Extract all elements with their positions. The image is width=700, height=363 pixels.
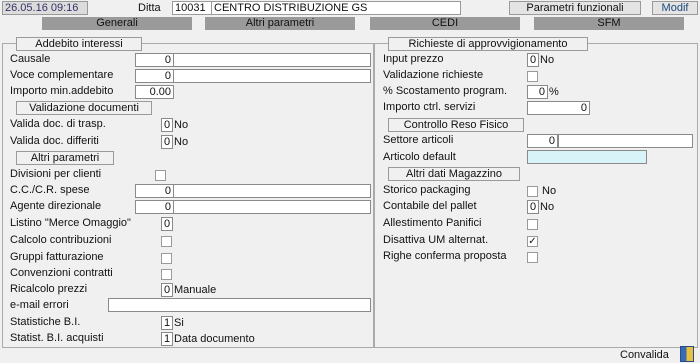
listino-merce-omaggio-label: Listino "Merce Omaggio" [10,217,131,229]
settore-articoli-label: Settore articoli [383,134,454,146]
valida-doc-trasp-label: Valida doc. di trasp. [10,118,106,130]
articolo-default-input[interactable] [527,150,647,164]
statistiche-bi-text: Si [174,317,184,329]
settore-articoli-code-input[interactable]: 0 [527,134,558,148]
valida-doc-trasp-input[interactable]: 0 [161,118,173,132]
causale-code-input[interactable]: 0 [135,53,174,67]
convalida-icon[interactable] [680,346,694,362]
disattiva-um-alternat-checkbox[interactable]: ✓ [527,236,538,247]
causale-desc-input[interactable] [173,53,371,67]
contabile-pallet-input[interactable]: 0 [527,200,539,214]
ricalcolo-prezzi-input[interactable]: 0 [161,283,173,297]
scostamento-percent-unit: % [549,86,559,98]
valida-doc-differiti-input[interactable]: 0 [161,135,173,149]
scostamento-program-label: % Scostamento program. [383,85,508,97]
gruppi-fatturazione-label: Gruppi fatturazione [10,251,104,263]
importo-min-addebito-label: Importo min.addebito [10,85,114,97]
convenzioni-contratti-label: Convenzioni contratti [10,267,113,279]
addebito-interessi-header: Addebito interessi [16,37,142,51]
valida-doc-trasp-text: No [174,119,189,131]
tab-sfm[interactable]: SFM [534,17,684,30]
allestimento-panifici-checkbox[interactable] [527,219,538,230]
input-prezzo-text: No [540,54,555,66]
email-errori-label: e-mail errori [10,299,69,311]
ditta-code-field[interactable]: 10031 [172,1,212,15]
righe-conferma-proposta-checkbox[interactable] [527,252,538,263]
divisioni-per-clienti-label: Divisioni per clienti [10,168,102,180]
modif-button[interactable]: Modif [652,1,698,15]
statistiche-bi-label: Statistiche B.I. [10,316,81,328]
voce-complementare-code-input[interactable]: 0 [135,69,174,83]
importo-ctrl-servizi-input[interactable]: 0 [527,101,590,115]
divisioni-per-clienti-checkbox[interactable] [155,170,166,181]
agente-direzionale-label: Agente direzionale [10,200,102,212]
allestimento-panifici-label: Allestimento Panifici [383,217,482,229]
importo-ctrl-servizi-label: Importo ctrl. servizi [383,101,476,113]
validazione-documenti-header: Validazione documenti [16,101,152,115]
input-prezzo-label: Input prezzo [383,53,444,65]
settore-articoli-desc-input[interactable] [558,134,693,148]
convalida-label: Convalida [620,349,669,361]
tab-cedi[interactable]: CEDI [370,17,520,30]
datetime-field: 26.05.16 09:16 [2,1,88,15]
cc-cr-spese-code-input[interactable]: 0 [135,184,174,198]
calcolo-contribuzioni-label: Calcolo contribuzioni [10,234,112,246]
ditta-label: Ditta [138,2,161,14]
validazione-richieste-label: Validazione richieste [383,69,484,81]
ditta-name-field: CENTRO DISTRIBUZIONE GS [211,1,461,15]
controllo-reso-fisico-header: Controllo Reso Fisico [388,118,524,132]
cc-cr-spese-desc-input[interactable] [173,184,371,198]
validazione-richieste-checkbox[interactable] [527,71,538,82]
statistiche-bi-input[interactable]: 1 [161,316,173,330]
voce-complementare-desc-input[interactable] [173,69,371,83]
tab-generali[interactable]: Generali [42,17,192,30]
cc-cr-spese-label: C.C./C.R. spese [10,184,90,196]
email-errori-input[interactable] [108,298,371,312]
statist-bi-acquisti-input[interactable]: 1 [161,332,173,346]
valida-doc-differiti-text: No [174,136,189,148]
storico-packaging-checkbox[interactable] [527,186,538,197]
statist-bi-acquisti-text: Data documento [174,333,255,345]
statist-bi-acquisti-label: Statist. B.I. acquisti [10,332,104,344]
storico-packaging-label: Storico packaging [383,184,471,196]
importo-min-addebito-input[interactable]: 0.00 [135,85,174,99]
ricalcolo-prezzi-label: Ricalcolo prezzi [10,283,88,295]
scostamento-program-input[interactable]: 0 [527,85,548,99]
articolo-default-label: Articolo default [383,151,456,163]
causale-label: Causale [10,53,51,65]
contabile-pallet-label: Contabile del pallet [383,200,477,212]
richieste-approvvigionamento-header: Richieste di approvvigionamento [388,37,588,51]
contabile-pallet-text: No [540,201,555,213]
altri-parametri-header: Altri parametri [16,151,114,165]
ricalcolo-prezzi-text: Manuale [174,284,217,296]
agente-direzionale-desc-input[interactable] [173,200,371,214]
voce-complementare-label: Voce complementare [10,69,114,81]
altri-dati-magazzino-header: Altri dati Magazzino [388,167,520,181]
input-prezzo-input[interactable]: 0 [527,53,539,67]
disattiva-um-alternat-label: Disattiva UM alternat. [383,234,489,246]
listino-merce-omaggio-input[interactable]: 0 [161,217,173,231]
valida-doc-differiti-label: Valida doc. differiti [10,135,99,147]
agente-direzionale-code-input[interactable]: 0 [135,200,174,214]
righe-conferma-proposta-label: Righe conferma proposta [383,250,507,262]
convenzioni-contratti-checkbox[interactable] [161,269,172,280]
storico-packaging-text: No [542,185,557,197]
parametri-funzionali-button[interactable]: Parametri funzionali [509,1,641,15]
tab-altri-parametri[interactable]: Altri parametri [205,17,355,30]
calcolo-contribuzioni-checkbox[interactable] [161,236,172,247]
gruppi-fatturazione-checkbox[interactable] [161,253,172,264]
